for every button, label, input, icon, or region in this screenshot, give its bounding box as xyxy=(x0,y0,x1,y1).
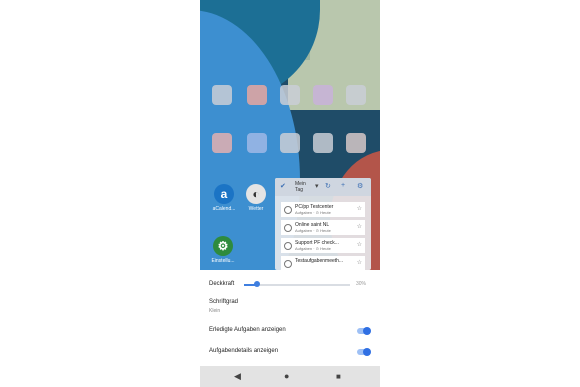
phone-screen: a aCalend... ◐ Wetter ⚙ Einstellu... ✔ M… xyxy=(200,0,380,387)
task-subtitle: Aufgaben · ⊙ Heute xyxy=(295,210,331,215)
star-icon[interactable]: ☆ xyxy=(357,259,362,266)
blurred-app-icon[interactable] xyxy=(247,133,267,153)
acalendar-glyph: a xyxy=(220,187,228,201)
weather-icon: ◐ xyxy=(252,187,260,201)
acalendar-app-icon[interactable]: a xyxy=(214,184,234,204)
blurred-app-icon[interactable] xyxy=(247,85,267,105)
task-item[interactable]: Testaufgabenmeeth... ☆ xyxy=(281,256,365,270)
toggle-knob xyxy=(363,348,371,356)
opacity-slider[interactable] xyxy=(244,281,350,287)
opacity-slider-thumb[interactable] xyxy=(253,281,260,287)
toggle-knob xyxy=(363,327,371,335)
show-details-label: Aufgabendetails anzeigen xyxy=(209,348,279,354)
task-checkbox[interactable] xyxy=(284,224,292,232)
einstellungen-app-icon[interactable]: ⚙ xyxy=(213,236,233,256)
widget-title-line2: Tag xyxy=(295,187,304,193)
font-size-value: Klein xyxy=(209,308,221,314)
blurred-app-icon[interactable] xyxy=(280,85,300,105)
einstellungen-label: Einstellu... xyxy=(211,258,235,264)
star-icon[interactable]: ☆ xyxy=(357,205,362,212)
checkmark-icon: ✔ xyxy=(280,183,286,190)
blurred-app-icon[interactable] xyxy=(212,85,232,105)
task-title: Testaufgabenmeeth... xyxy=(295,258,344,264)
task-item[interactable]: Support PF check... Aufgaben · ⊙ Heute ☆ xyxy=(281,238,365,253)
blurred-app-icon[interactable] xyxy=(313,133,333,153)
my-day-widget[interactable]: ✔ Mein Tag ▾ ↻ + ⚙ PC/pp Testcenter Aufg… xyxy=(275,178,371,270)
task-checkbox[interactable] xyxy=(284,206,292,214)
blurred-app-icon[interactable] xyxy=(212,133,232,153)
task-item[interactable]: PC/pp Testcenter Aufgaben · ⊙ Heute ☆ xyxy=(281,202,365,217)
widget-title[interactable]: Mein Tag xyxy=(295,181,306,193)
task-subtitle: Aufgaben · ⊙ Heute xyxy=(295,228,331,233)
star-icon[interactable]: ☆ xyxy=(357,223,362,230)
task-subtitle: Aufgaben · ⊙ Heute xyxy=(295,246,331,251)
back-icon[interactable]: ◀ xyxy=(234,371,241,382)
wetter-app-icon[interactable]: ◐ xyxy=(246,184,266,204)
task-checkbox[interactable] xyxy=(284,242,292,250)
task-item[interactable]: Online saint NL Aufgaben · ⊙ Heute ☆ xyxy=(281,220,365,235)
show-completed-toggle[interactable] xyxy=(357,327,371,335)
blurred-app-icon[interactable] xyxy=(313,85,333,105)
show-details-toggle[interactable] xyxy=(357,348,371,356)
show-completed-label: Erledigte Aufgaben anzeigen xyxy=(209,327,286,333)
blurred-app-icon[interactable] xyxy=(280,133,300,153)
recents-icon[interactable]: ■ xyxy=(336,372,341,381)
acalendar-label: aCalend... xyxy=(212,206,236,212)
font-size-label[interactable]: Schriftgrad xyxy=(209,299,238,305)
wallpaper: a aCalend... ◐ Wetter ⚙ Einstellu... ✔ M… xyxy=(200,0,380,270)
opacity-label: Deckkraft xyxy=(209,281,235,287)
widget-header: ✔ Mein Tag ▾ ↻ + ⚙ xyxy=(275,178,371,196)
chevron-down-icon[interactable]: ▾ xyxy=(315,182,319,190)
star-icon[interactable]: ☆ xyxy=(357,241,362,248)
settings-icon[interactable]: ⚙ xyxy=(357,182,363,190)
refresh-icon[interactable]: ↻ xyxy=(325,182,331,190)
android-nav-bar: ◀ ● ■ xyxy=(200,366,380,387)
add-icon[interactable]: + xyxy=(341,182,345,189)
task-checkbox[interactable] xyxy=(284,260,292,268)
opacity-value: 30% xyxy=(356,281,367,287)
blurred-app-icon[interactable] xyxy=(346,133,366,153)
wetter-label: Wetter xyxy=(248,206,264,212)
blurred-app-icon[interactable] xyxy=(346,85,366,105)
gear-icon: ⚙ xyxy=(217,239,229,253)
home-icon[interactable]: ● xyxy=(284,371,289,381)
